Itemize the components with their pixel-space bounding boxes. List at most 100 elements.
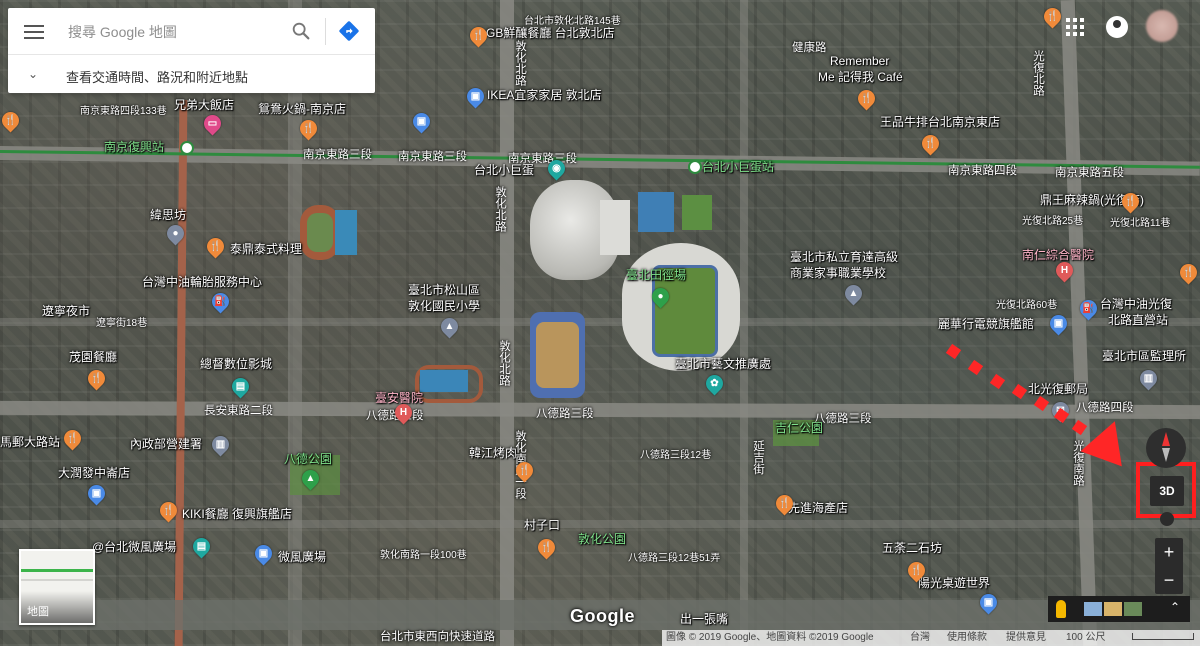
- place-label[interactable]: 臺北田徑場: [626, 268, 686, 282]
- place-label[interactable]: 台灣中油光復: [1100, 297, 1172, 311]
- account-icon[interactable]: [1106, 16, 1128, 38]
- map-type-toggle[interactable]: 地圖: [19, 549, 95, 625]
- terms-link[interactable]: 使用條款: [947, 630, 987, 646]
- park-label[interactable]: 敦化公園: [578, 532, 626, 546]
- place-label[interactable]: 馬郵大路站: [0, 435, 60, 449]
- restaurant-pin-icon[interactable]: 🍴: [772, 491, 797, 516]
- place-label[interactable]: 北路直營站: [1108, 313, 1168, 327]
- feedback-link[interactable]: 提供意見: [1006, 630, 1046, 646]
- restaurant-pin-icon[interactable]: 🍴: [1040, 4, 1065, 29]
- photo-thumbnail[interactable]: [1124, 602, 1142, 616]
- place-label[interactable]: KIKI餐廳 復興旗艦店: [182, 507, 292, 521]
- rotate-icon[interactable]: [1160, 512, 1174, 526]
- hospital-pin-icon[interactable]: H: [1052, 258, 1077, 283]
- menu-icon[interactable]: [24, 22, 44, 40]
- cinema-pin-icon[interactable]: ▤: [189, 534, 214, 559]
- shopping-pin-icon[interactable]: ▣: [976, 590, 1001, 615]
- compass-icon[interactable]: [1146, 428, 1186, 468]
- hotel-pin-icon[interactable]: ▭: [200, 111, 225, 136]
- restaurant-pin-icon[interactable]: 🍴: [60, 426, 85, 451]
- place-label[interactable]: 村子口: [524, 518, 560, 532]
- pegman-icon[interactable]: [1056, 600, 1066, 618]
- restaurant-pin-icon[interactable]: 🍴: [84, 366, 109, 391]
- restaurant-pin-icon[interactable]: 🍴: [156, 498, 181, 523]
- expand-icon[interactable]: ⌃: [1170, 600, 1180, 614]
- restaurant-pin-icon[interactable]: 🍴: [512, 458, 537, 483]
- gas-station-pin-icon[interactable]: ⛽: [208, 289, 233, 314]
- place-label[interactable]: 北光復郵局: [1028, 382, 1088, 396]
- place-label[interactable]: 緯思坊: [150, 208, 186, 222]
- place-label[interactable]: 商業家事職業學校: [790, 266, 886, 280]
- restaurant-pin-icon[interactable]: 🍴: [918, 131, 943, 156]
- metro-station-icon[interactable]: [688, 160, 702, 174]
- hospital-label[interactable]: 臺安醫院: [375, 391, 423, 405]
- place-label[interactable]: 陽光桌遊世界: [918, 576, 990, 590]
- restaurant-pin-icon[interactable]: 🍴: [904, 558, 929, 583]
- apps-grid-icon[interactable]: [1066, 18, 1084, 36]
- place-label[interactable]: 麗華行電競旗艦館: [938, 317, 1034, 331]
- restaurant-pin-icon[interactable]: 🍴: [1176, 260, 1200, 285]
- school-pin-icon[interactable]: ▲: [437, 314, 462, 339]
- place-label[interactable]: 王品牛排台北南京東店: [880, 115, 1000, 129]
- restaurant-pin-icon[interactable]: 🍴: [854, 86, 879, 111]
- place-label[interactable]: 台灣中油輪胎服務中心: [142, 275, 262, 289]
- zoom-in-button[interactable]: +: [1155, 538, 1183, 566]
- photo-thumbnail[interactable]: [1084, 602, 1102, 616]
- place-label[interactable]: 茂園餐廳: [69, 350, 117, 364]
- shopping-pin-icon[interactable]: ▣: [84, 481, 109, 506]
- restaurant-pin-icon[interactable]: 🍴: [1118, 189, 1143, 214]
- place-label[interactable]: 臺北市藝文推廣處: [675, 357, 771, 371]
- place-label[interactable]: 出一張嘴: [680, 612, 728, 626]
- place-label[interactable]: 韓江烤肉: [469, 446, 517, 460]
- satellite-map[interactable]: 台北市敦化北路145巷 GB鮮釀餐廳 台北敦北店 健康路 Remember Me…: [0, 0, 1200, 646]
- shopping-pin-icon[interactable]: ▣: [463, 84, 488, 109]
- stadium-pin-icon[interactable]: ●: [648, 284, 673, 309]
- directions-icon[interactable]: [338, 20, 360, 42]
- place-label[interactable]: 兄弟大飯店: [174, 98, 234, 112]
- place-label[interactable]: Me 記得我 Café: [818, 70, 903, 84]
- museum-pin-icon[interactable]: ✿: [702, 371, 727, 396]
- park-label[interactable]: 八德公園: [284, 452, 332, 466]
- gas-station-pin-icon[interactable]: ⛽: [1076, 296, 1101, 321]
- place-label[interactable]: 鴛鴦火鍋-南京店: [258, 102, 346, 116]
- metro-station-icon[interactable]: [180, 141, 194, 155]
- restaurant-pin-icon[interactable]: 🍴: [296, 116, 321, 141]
- zoom-out-button[interactable]: −: [1155, 566, 1183, 594]
- place-label[interactable]: 敦化國民小學: [408, 299, 480, 313]
- hospital-label[interactable]: 南仁綜合醫院: [1022, 248, 1094, 262]
- school-pin-icon[interactable]: ▲: [841, 281, 866, 306]
- place-label[interactable]: IKEA宜家家居 敦北店: [487, 88, 602, 102]
- avatar[interactable]: [1146, 10, 1178, 42]
- place-label[interactable]: 內政部營建署: [130, 437, 202, 451]
- place-label[interactable]: 遼寧夜市: [42, 304, 90, 318]
- shopping-pin-icon[interactable]: ▣: [1046, 311, 1071, 336]
- three-d-button[interactable]: 3D: [1150, 476, 1184, 506]
- search-input[interactable]: [66, 19, 290, 45]
- metro-station-label[interactable]: 南京復興站: [104, 140, 164, 154]
- place-label[interactable]: 台北小巨蛋: [474, 163, 534, 177]
- region-link[interactable]: 台灣: [910, 630, 930, 646]
- government-pin-icon[interactable]: ▥: [1136, 366, 1161, 391]
- place-label[interactable]: 大潤發中崙店: [58, 466, 130, 480]
- search-icon[interactable]: [290, 20, 312, 42]
- place-label[interactable]: 總督數位影城: [200, 357, 272, 371]
- place-label[interactable]: Remember: [830, 54, 889, 68]
- hospital-pin-icon[interactable]: H: [391, 400, 416, 425]
- place-label[interactable]: 臺北市區監理所: [1102, 349, 1186, 363]
- place-label[interactable]: 五荼二石坊: [882, 541, 942, 555]
- government-pin-icon[interactable]: ▥: [208, 432, 233, 457]
- place-label[interactable]: 臺北市松山區: [408, 283, 480, 297]
- arena-pin-icon[interactable]: ◉: [544, 156, 569, 181]
- restaurant-pin-icon[interactable]: 🍴: [534, 535, 559, 560]
- restaurant-pin-icon[interactable]: 🍴: [466, 23, 491, 48]
- shopping-pin-icon[interactable]: ▣: [251, 541, 276, 566]
- explore-nearby-row[interactable]: ⌄ 查看交通時間、路況和附近地點: [8, 54, 375, 94]
- park-pin-icon[interactable]: ▲: [298, 466, 323, 491]
- restaurant-pin-icon[interactable]: 🍴: [203, 234, 228, 259]
- place-label[interactable]: 臺北市私立育達高級: [790, 250, 898, 264]
- place-label[interactable]: GB鮮釀餐廳 台北敦北店: [486, 26, 615, 40]
- place-label[interactable]: 先進海產店: [788, 501, 848, 515]
- place-label[interactable]: @台北微風廣場: [92, 540, 176, 554]
- cinema-pin-icon[interactable]: ▤: [228, 374, 253, 399]
- photo-thumbnail[interactable]: [1104, 602, 1122, 616]
